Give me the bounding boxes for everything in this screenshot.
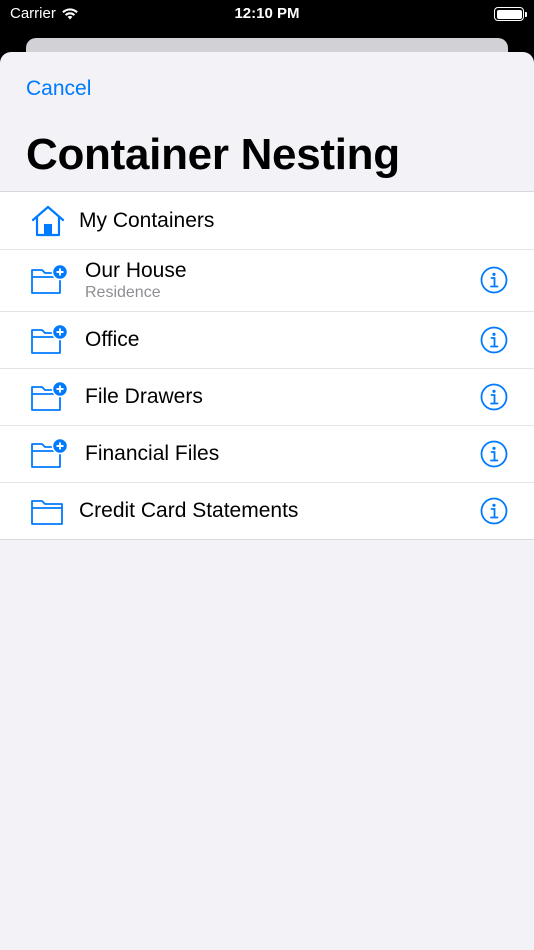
list-item-subtitle: Residence <box>85 283 161 301</box>
modal-sheet: Cancel Container Nesting My Containers O… <box>0 52 534 950</box>
page-title: Container Nesting <box>26 130 400 179</box>
list-item-financial-files[interactable]: Financial Files <box>0 425 534 482</box>
list-item-title: Credit Card Statements <box>79 498 299 522</box>
list-item-title: Financial Files <box>85 441 220 465</box>
folder-icon <box>30 495 68 527</box>
list-item-our-house[interactable]: Our House Residence <box>0 249 534 311</box>
info-icon[interactable] <box>480 383 508 411</box>
list-item-my-containers[interactable]: My Containers <box>0 192 534 249</box>
cancel-button[interactable]: Cancel <box>26 77 91 101</box>
list-item-credit-card-statements[interactable]: Credit Card Statements <box>0 482 534 539</box>
info-icon[interactable] <box>480 497 508 525</box>
info-icon[interactable] <box>480 266 508 294</box>
list-item-title: File Drawers <box>85 384 203 408</box>
folder-add-icon <box>30 437 69 470</box>
clock: 12:10 PM <box>234 5 300 22</box>
folder-add-icon <box>30 380 69 413</box>
list-item-title: My Containers <box>79 208 215 232</box>
battery-level <box>496 9 522 19</box>
house-icon <box>30 205 68 237</box>
list-item-file-drawers[interactable]: File Drawers <box>0 368 534 425</box>
info-icon[interactable] <box>480 440 508 468</box>
battery-icon <box>494 7 527 21</box>
status-bar: Carrier 12:10 PM <box>0 0 534 30</box>
list-item-title: Our House <box>85 258 187 282</box>
folder-add-icon <box>30 263 69 296</box>
container-list: My Containers Our House Residence Office… <box>0 191 534 540</box>
list-item-title: Office <box>85 327 140 351</box>
list-item-office[interactable]: Office <box>0 311 534 368</box>
folder-add-icon <box>30 323 69 356</box>
info-icon[interactable] <box>480 326 508 354</box>
